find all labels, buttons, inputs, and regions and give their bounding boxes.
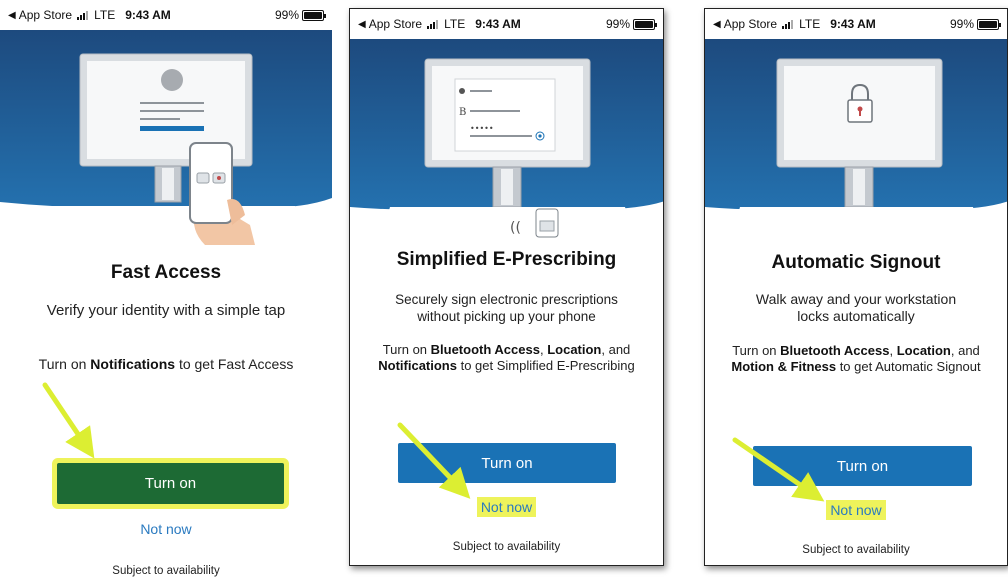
- battery-percent: 99%: [949, 17, 974, 31]
- svg-text:•••••: •••••: [470, 124, 494, 133]
- status-bar: ◀ App Store LTE 9:43 AM 99%: [0, 0, 332, 30]
- screen-fast-access: ◀ App Store LTE 9:43 AM 99% Fast Access …: [0, 0, 332, 577]
- screen-title: Simplified E-Prescribing: [396, 249, 617, 270]
- back-app-label[interactable]: App Store: [369, 17, 422, 31]
- svg-text:B: B: [459, 107, 466, 118]
- back-app-label[interactable]: App Store: [724, 17, 777, 31]
- permission-instruction: Turn on Bluetooth Access, Location, and …: [731, 343, 981, 374]
- screen-description: Securely sign electronic prescriptions w…: [395, 292, 618, 324]
- battery-icon: [302, 9, 326, 21]
- network-type: LTE: [799, 17, 821, 31]
- permission-notifications: Notifications: [378, 358, 457, 373]
- clock: 9:43 AM: [830, 17, 876, 31]
- network-type: LTE: [444, 17, 466, 31]
- battery-percent: 99%: [274, 8, 299, 22]
- permission-notifications: Notifications: [90, 356, 176, 372]
- signal-icon: [782, 19, 794, 29]
- permission-motion-fitness: Motion & Fitness: [731, 359, 837, 374]
- network-type: LTE: [94, 8, 116, 22]
- screen-description: Walk away and your workstation locks aut…: [755, 291, 957, 324]
- screen-description: Verify your identity with a simple tap: [46, 302, 286, 319]
- permission-bluetooth: Bluetooth Access: [780, 343, 890, 358]
- availability-footnote: Subject to availability: [112, 565, 220, 577]
- screen-title: Fast Access: [110, 262, 222, 283]
- permission-instruction: Turn on Notifications to get Fast Access: [38, 356, 294, 372]
- not-now-link[interactable]: Not now: [0, 521, 332, 537]
- status-bar: ◀ App Store LTE 9:43 AM 99%: [705, 9, 1007, 39]
- back-arrow-icon[interactable]: ◀: [358, 19, 366, 30]
- turn-on-button[interactable]: Turn on: [398, 443, 616, 483]
- status-bar: ◀ App Store LTE 9:43 AM 99%: [350, 9, 663, 39]
- screen-simplified-e-prescribing: ◀ App Store LTE 9:43 AM 99% B ••••• ((S…: [349, 8, 664, 566]
- permission-location: Location: [547, 342, 602, 357]
- turn-on-button[interactable]: Turn on: [57, 463, 284, 504]
- back-app-label[interactable]: App Store: [19, 8, 72, 22]
- back-arrow-icon[interactable]: ◀: [8, 10, 16, 21]
- screen-title: Automatic Signout: [771, 252, 941, 273]
- clock: 9:43 AM: [125, 8, 171, 22]
- not-now-link[interactable]: Not now: [705, 500, 1007, 520]
- not-now-link[interactable]: Not now: [350, 497, 663, 517]
- permission-instruction: Turn on Bluetooth Access, Location, and …: [378, 342, 635, 373]
- signal-icon: [427, 19, 439, 29]
- battery-icon: [633, 18, 657, 30]
- permission-bluetooth: Bluetooth Access: [430, 342, 540, 357]
- signal-icon: [77, 10, 89, 20]
- battery-icon: [977, 18, 1001, 30]
- hero-illustration: [0, 30, 332, 245]
- hero-illustration: B ••••• ((: [350, 39, 663, 244]
- battery-percent: 99%: [605, 17, 630, 31]
- permission-location: Location: [896, 343, 951, 358]
- hero-illustration: [705, 39, 1007, 244]
- turn-on-button[interactable]: Turn on: [753, 446, 972, 486]
- availability-footnote: Subject to availability: [452, 541, 561, 553]
- availability-footnote: Subject to availability: [802, 544, 910, 556]
- clock: 9:43 AM: [475, 17, 521, 31]
- screen-automatic-signout: ◀ App Store LTE 9:43 AM 99% Automatic Si…: [704, 8, 1008, 566]
- svg-text:((: ((: [510, 220, 521, 236]
- back-arrow-icon[interactable]: ◀: [713, 19, 721, 30]
